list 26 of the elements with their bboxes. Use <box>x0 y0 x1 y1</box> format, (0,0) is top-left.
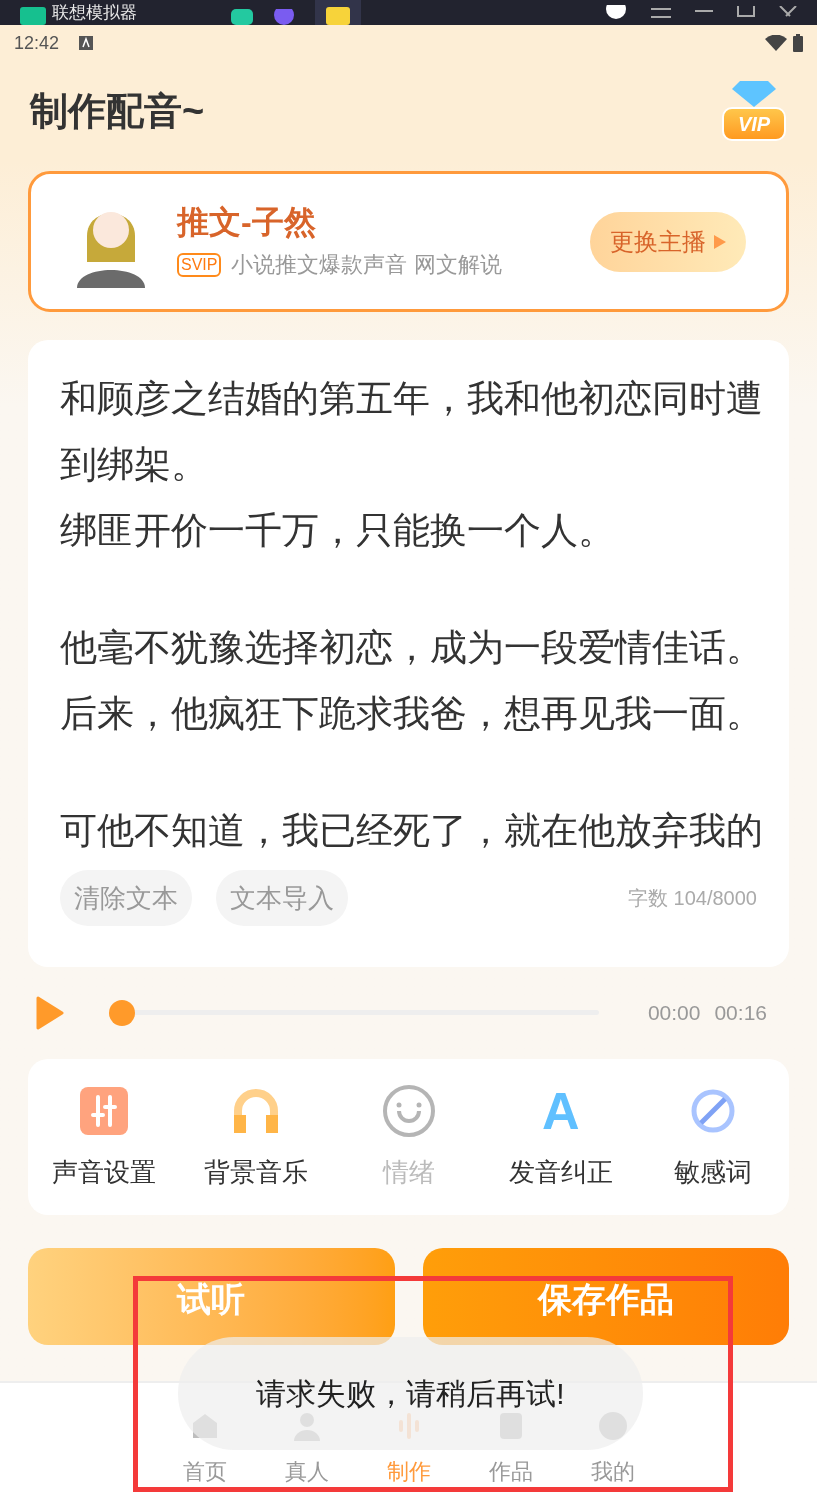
editor-button[interactable]: 文本导入 <box>216 870 348 926</box>
tool-button[interactable]: 敏感词 <box>636 1082 789 1192</box>
text-line: 绑匪开价一千万，只能换一个人。 <box>60 509 616 553</box>
voice-name: 推文-子然 <box>177 203 317 242</box>
voice-description: 小说推文爆款声音 网文解说 <box>231 251 502 279</box>
tool-button[interactable]: A 发音纠正 <box>484 1082 637 1192</box>
page-title: 制作配音~ <box>30 88 205 134</box>
svip-tag: SVIP <box>177 252 222 277</box>
error-toast: 请求失败，请稍后再试! <box>178 1337 643 1450</box>
letter-a-icon: A <box>541 1084 580 1137</box>
text-line: 可他不知道，我已经死了，就在他放弃我的 <box>60 809 764 853</box>
editor-button[interactable]: 清除文本 <box>60 870 192 926</box>
tool-button[interactable]: 背景音乐 <box>180 1082 333 1192</box>
change-voice-button[interactable]: 更换主播 <box>590 211 746 272</box>
preview-button[interactable]: 试听 <box>28 1248 395 1345</box>
current-time: 00:00 <box>647 1000 701 1027</box>
emulator-title: 联想模拟器 <box>52 1 137 24</box>
tool-button[interactable]: 声音设置 <box>28 1082 181 1192</box>
word-count: 字数 104/8000 <box>628 886 757 911</box>
status-time: 12:42 <box>14 31 60 55</box>
text-editor[interactable]: 和顾彦之结婚的第五年，我和他初恋同时遭到绑架。 绑匪开价一千万，只能换一个人。 他毫不犹豫选择初恋，成为一段爱情佳话。 后来，他疯狂下跪求我爸，想再见我一面。 可他不知道，我已经死了，就在他放弃我的 清除文本 文本导入 字数 104/8000 <box>28 340 789 967</box>
text-line: 他毫不犹豫选择初恋，成为一段爱情佳话。 <box>60 626 764 670</box>
save-button[interactable]: 保存作品 <box>422 1248 789 1345</box>
text-line: 和顾彦之结婚的第五年，我和他初恋同时遭到绑架。 <box>60 377 764 487</box>
total-time: 00:16 <box>714 1000 767 1027</box>
text-line: 后来，他疯狂下跪求我爸，想再见我一面。 <box>60 692 764 736</box>
